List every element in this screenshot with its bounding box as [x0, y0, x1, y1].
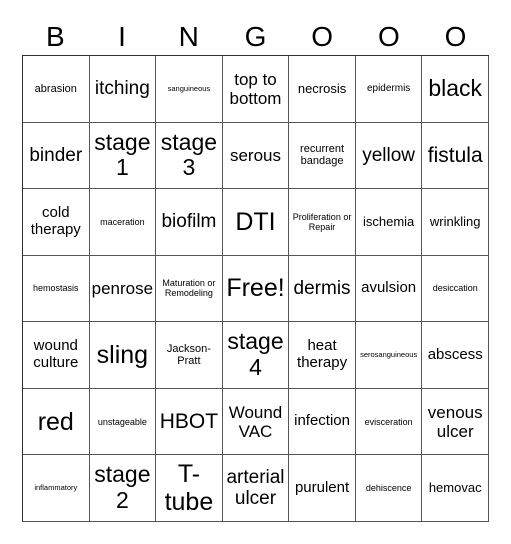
bingo-cell[interactable]: abscess — [422, 322, 489, 389]
header-letter-o1: O — [311, 21, 334, 52]
bingo-cell[interactable]: Wound VAC — [222, 388, 290, 456]
bingo-cell[interactable]: black — [422, 56, 489, 123]
header-letter-o2: O — [377, 21, 400, 52]
bingo-cell[interactable]: avulsion — [355, 255, 423, 323]
bingo-cell[interactable]: top to bottom — [222, 56, 290, 123]
bingo-cell[interactable]: heat therapy — [289, 322, 356, 389]
bingo-cell[interactable]: wound culture — [23, 322, 90, 389]
bingo-cell[interactable]: binder — [23, 122, 90, 190]
bingo-cell[interactable]: epidermis — [355, 56, 423, 123]
bingo-cell[interactable]: dermis — [289, 255, 356, 323]
bingo-cell[interactable]: yellow — [355, 122, 423, 190]
header-letter-i: I — [118, 21, 126, 52]
bingo-cell[interactable]: stage 4 — [222, 322, 290, 389]
bingo-header: B I N G O O O — [22, 18, 489, 55]
bingo-cell[interactable]: recurrent bandage — [289, 122, 356, 190]
bingo-cell[interactable]: abrasion — [23, 56, 90, 123]
header-letter-g: G — [244, 21, 267, 52]
bingo-cell[interactable]: fistula — [422, 122, 489, 190]
bingo-cell[interactable]: Maturation or Remodeling — [156, 255, 223, 323]
bingo-cell[interactable]: hemovac — [422, 455, 489, 522]
bingo-cell[interactable]: desiccation — [422, 255, 489, 323]
bingo-cell[interactable]: Proliferation or Repair — [289, 189, 356, 256]
bingo-cell[interactable]: DTI — [222, 189, 290, 256]
bingo-cell[interactable]: stage 3 — [156, 122, 223, 190]
bingo-cell[interactable]: itching — [89, 56, 157, 123]
bingo-cell[interactable]: arterial ulcer — [222, 455, 290, 522]
bingo-cell[interactable]: purulent — [289, 455, 356, 522]
bingo-cell[interactable]: cold therapy — [23, 189, 90, 256]
bingo-cell[interactable]: red — [23, 388, 90, 456]
bingo-cell[interactable]: unstageable — [89, 388, 157, 456]
header-letter-b: B — [46, 21, 65, 52]
bingo-cell[interactable]: sling — [89, 322, 157, 389]
bingo-board: abrasion itching sanguineous top to bott… — [22, 55, 489, 522]
bingo-cell[interactable]: HBOT — [156, 388, 223, 456]
bingo-cell[interactable]: wrinkling — [422, 189, 489, 256]
bingo-cell[interactable]: stage 1 — [89, 122, 157, 190]
bingo-cell[interactable]: hemostasis — [23, 255, 90, 323]
bingo-cell[interactable]: T-tube — [156, 455, 223, 522]
bingo-cell[interactable]: evisceration — [355, 388, 423, 456]
bingo-cell[interactable]: serous — [222, 122, 290, 190]
bingo-cell[interactable]: serosanguineous — [355, 322, 423, 389]
bingo-cell[interactable]: penrose — [89, 255, 157, 323]
bingo-cell[interactable]: biofilm — [156, 189, 223, 256]
bingo-cell[interactable]: maceration — [89, 189, 157, 256]
header-letter-n: N — [178, 21, 199, 52]
header-letter-o3: O — [444, 21, 467, 52]
bingo-cell[interactable]: dehiscence — [355, 455, 423, 522]
bingo-cell[interactable]: Jackson-Pratt — [156, 322, 223, 389]
bingo-cell[interactable]: necrosis — [289, 56, 356, 123]
bingo-cell[interactable]: ischemia — [355, 189, 423, 256]
bingo-cell[interactable]: stage 2 — [89, 455, 157, 522]
bingo-cell[interactable]: sanguineous — [156, 56, 223, 123]
bingo-cell[interactable]: inflammatory — [23, 455, 90, 522]
free-space-cell[interactable]: Free! — [222, 255, 290, 323]
bingo-cell[interactable]: infection — [289, 388, 356, 456]
bingo-cell[interactable]: venous ulcer — [422, 388, 489, 456]
